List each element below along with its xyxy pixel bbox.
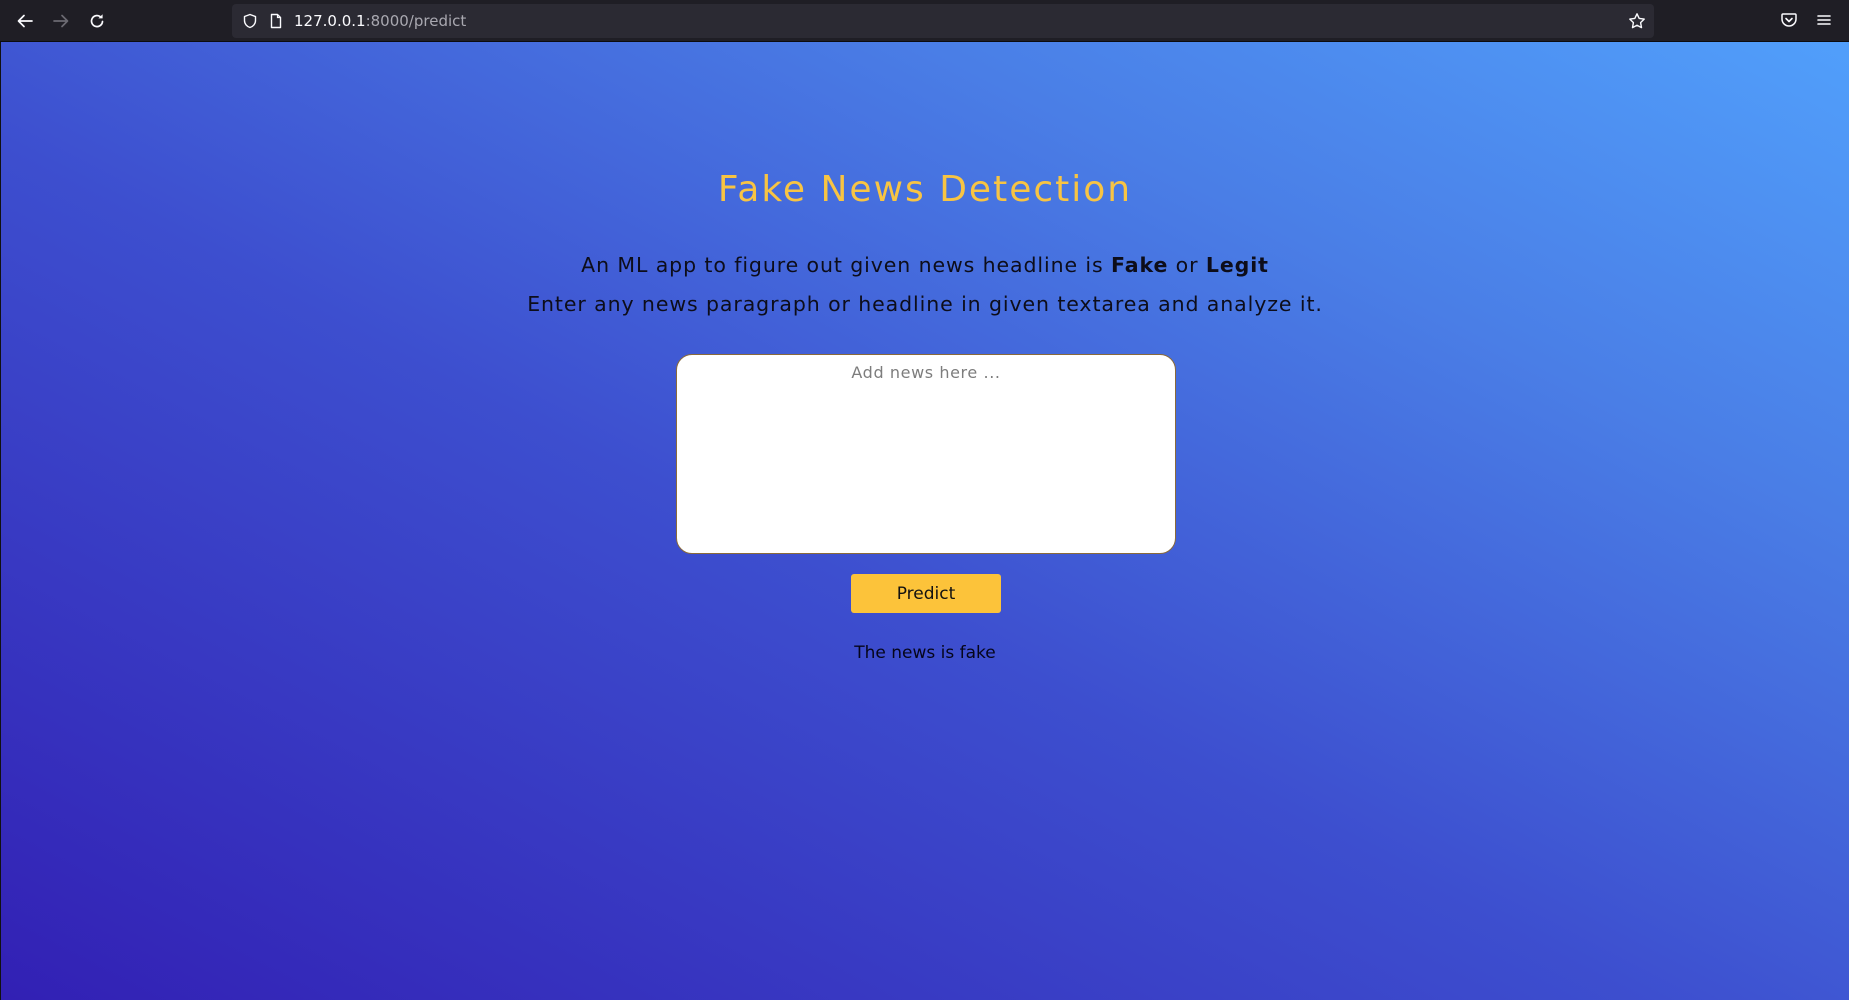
url-host: 127.0.0.1	[294, 12, 366, 30]
page-content: Fake News Detection An ML app to figure …	[0, 42, 1849, 1000]
url-path: :8000/predict	[365, 12, 467, 30]
pocket-icon[interactable]	[1780, 11, 1798, 34]
description-or: or	[1168, 253, 1206, 277]
back-icon[interactable]	[12, 9, 38, 33]
forward-icon[interactable]	[48, 9, 74, 33]
description-line-2: Enter any news paragraph or headline in …	[527, 292, 1323, 316]
legit-label: Legit	[1205, 253, 1269, 277]
page-icon[interactable]	[268, 13, 284, 34]
predict-button[interactable]: Predict	[851, 574, 1001, 613]
url-text[interactable]: 127.0.0.1:8000/predict	[294, 12, 466, 30]
browser-toolbar: 127.0.0.1:8000/predict	[0, 0, 1849, 42]
description-prefix: An ML app to figure out given news headl…	[581, 253, 1112, 277]
prediction-result: The news is fake	[854, 643, 996, 663]
menu-icon[interactable]	[1815, 11, 1833, 34]
reload-icon[interactable]	[84, 9, 110, 33]
description-line-1: An ML app to figure out given news headl…	[1, 253, 1849, 277]
fake-label: Fake	[1111, 253, 1169, 277]
url-bar[interactable]: 127.0.0.1:8000/predict	[232, 4, 1654, 38]
bookmark-star-icon[interactable]	[1628, 12, 1646, 35]
page-title: Fake News Detection	[717, 169, 1133, 210]
shield-icon[interactable]	[242, 13, 258, 34]
news-textarea[interactable]	[676, 354, 1176, 554]
